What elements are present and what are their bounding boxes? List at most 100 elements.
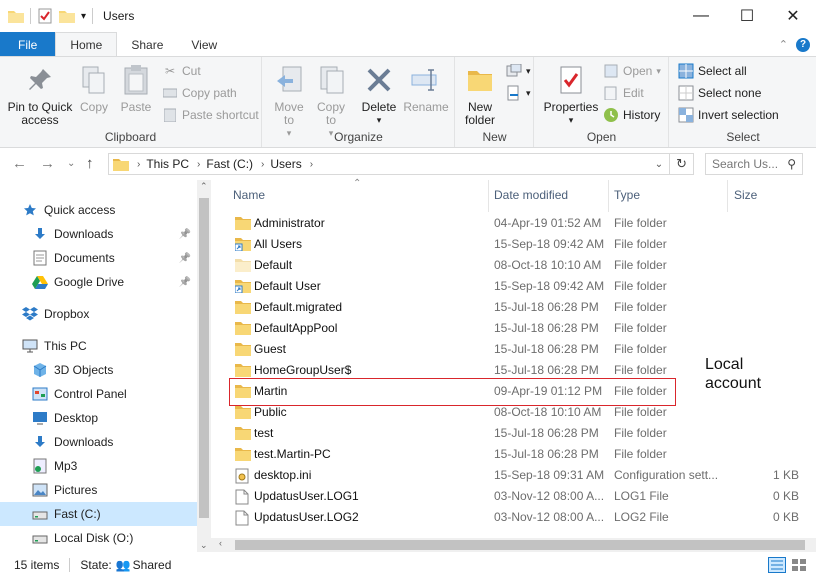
- sidebar-item-local-disk-o[interactable]: Local Disk (O:): [0, 526, 197, 550]
- copy-path-button[interactable]: Copy path: [162, 83, 237, 103]
- large-icons-view-icon[interactable]: [790, 557, 808, 573]
- details-view-icon[interactable]: [768, 556, 786, 573]
- scroll-down-chevron-icon[interactable]: ⌄: [200, 540, 208, 551]
- column-header-name[interactable]: Name: [233, 188, 265, 202]
- customize-toolbar-chevron-icon[interactable]: ▾: [81, 11, 86, 22]
- sidebar-item-pictures[interactable]: Pictures: [0, 478, 197, 502]
- table-row[interactable]: Default User 15-Sep-18 09:42 AM File folde…: [231, 276, 811, 297]
- sidebar-item-label: Documents: [54, 251, 115, 265]
- copy-icon: [78, 63, 110, 97]
- ribbon-tabs: File Home Share View ⌃ ?: [0, 32, 816, 57]
- copy-button[interactable]: Copy: [76, 63, 112, 114]
- column-header-size[interactable]: Size: [734, 188, 757, 202]
- move-to-icon: [273, 63, 305, 97]
- file-date-modified: 15-Jul-18 06:28 PM: [494, 363, 599, 377]
- new-item-button[interactable]: ▾: [506, 61, 531, 81]
- table-row[interactable]: UpdatusUser.LOG2 03-Nov-12 08:00 A... LOG2…: [231, 507, 811, 528]
- recent-locations-chevron-icon[interactable]: ⌄: [67, 158, 75, 169]
- refresh-icon[interactable]: ↻: [670, 156, 693, 172]
- sidebar-item-this-pc[interactable]: This PC: [0, 334, 197, 358]
- copy-to-button[interactable]: Copy to ▾: [311, 63, 351, 140]
- tab-home[interactable]: Home: [55, 32, 118, 57]
- sidebar-item-google-drive[interactable]: Google Drive 📌: [0, 270, 197, 294]
- file-icon: [235, 489, 251, 505]
- dropdown-chevron-icon: ▾: [376, 115, 382, 125]
- sidebar-item-quick-access[interactable]: Quick access: [0, 198, 197, 222]
- tab-share[interactable]: Share: [117, 32, 177, 57]
- table-row[interactable]: Administrator 04-Apr-19 01:52 AM File fold…: [231, 213, 811, 234]
- column-header-date[interactable]: Date modified: [494, 188, 568, 202]
- rename-button[interactable]: Rename: [403, 63, 449, 114]
- select-none-button[interactable]: Select none: [678, 83, 761, 103]
- sidebar-item-downloads[interactable]: Downloads: [0, 430, 197, 454]
- breadcrumb-this-pc[interactable]: This PC: [146, 157, 189, 171]
- search-input[interactable]: Search Us... ⚲: [705, 153, 803, 175]
- table-row[interactable]: DefaultAppPool 15-Jul-18 06:28 PM File fol…: [231, 318, 811, 339]
- sidebar-item-control-panel[interactable]: Control Panel: [0, 382, 197, 406]
- sidebar-item-mp3[interactable]: Mp3: [0, 454, 197, 478]
- minimize-button[interactable]: —: [678, 0, 724, 32]
- help-icon[interactable]: ?: [796, 37, 810, 52]
- file-name: DefaultAppPool: [254, 321, 338, 335]
- back-arrow-icon[interactable]: ←: [12, 155, 27, 172]
- file-name: UpdatusUser.LOG2: [254, 510, 359, 524]
- sidebar-item-documents[interactable]: Documents 📌: [0, 246, 197, 270]
- breadcrumb-fast-c[interactable]: Fast (C:): [206, 157, 253, 171]
- new-folder-button[interactable]: New folder: [460, 63, 500, 127]
- scrollbar-thumb[interactable]: [199, 198, 209, 518]
- move-to-button[interactable]: Move to ▾: [269, 63, 309, 140]
- easy-access-button[interactable]: ▾: [506, 83, 531, 103]
- column-divider[interactable]: [488, 180, 489, 212]
- close-button[interactable]: ✕: [770, 0, 816, 32]
- table-row[interactable]: Default.migrated 15-Jul-18 06:28 PM File f…: [231, 297, 811, 318]
- scrollbar-thumb[interactable]: [235, 540, 805, 550]
- pin-to-quick-access-button[interactable]: Pin to Quick access: [4, 63, 76, 127]
- tab-file[interactable]: File: [0, 32, 56, 57]
- edit-button[interactable]: Edit: [603, 83, 644, 103]
- invert-selection-button[interactable]: Invert selection: [678, 105, 779, 125]
- select-all-button[interactable]: Select all: [678, 61, 747, 81]
- group-label-select: Select: [726, 130, 760, 144]
- search-icon: ⚲: [787, 157, 796, 171]
- delete-button[interactable]: Delete ▾: [359, 63, 399, 127]
- column-header-type[interactable]: Type: [614, 188, 640, 202]
- sidebar-item-dropbox[interactable]: Dropbox: [0, 302, 197, 326]
- properties-check-icon[interactable]: [37, 8, 53, 24]
- scroll-up-chevron-icon[interactable]: ⌃: [200, 181, 208, 192]
- column-divider[interactable]: [608, 180, 609, 212]
- address-bar[interactable]: › This PC › Fast (C:) › Users › ⌄ ↻: [108, 153, 694, 175]
- sidebar-item-downloads[interactable]: Downloads 📌: [0, 222, 197, 246]
- table-row[interactable]: Default 08-Oct-18 10:10 AM File folder: [231, 255, 811, 276]
- scroll-left-chevron-icon[interactable]: ‹: [219, 538, 222, 548]
- sidebar-item-fast-c[interactable]: Fast (C:): [0, 502, 197, 526]
- new-folder-icon[interactable]: [59, 9, 75, 23]
- table-row[interactable]: All Users 15-Sep-18 09:42 AM File folder: [231, 234, 811, 255]
- forward-arrow-icon[interactable]: →: [40, 155, 55, 172]
- maximize-button[interactable]: ☐: [724, 0, 770, 32]
- properties-button[interactable]: Properties ▾: [541, 63, 601, 127]
- paste-shortcut-button[interactable]: Paste shortcut: [162, 105, 259, 125]
- state-label: State:: [80, 557, 112, 572]
- table-row[interactable]: test.Martin-PC 15-Jul-18 06:28 PM File fol…: [231, 444, 811, 465]
- address-dropdown-chevron-icon[interactable]: ⌄: [655, 159, 663, 170]
- sidebar-item-desktop[interactable]: Desktop: [0, 406, 197, 430]
- sidebar-item-3d-objects[interactable]: 3D Objects: [0, 358, 197, 382]
- table-row[interactable]: UpdatusUser.LOG1 03-Nov-12 08:00 A... LOG1…: [231, 486, 811, 507]
- breadcrumb-users[interactable]: Users: [270, 157, 301, 171]
- open-button[interactable]: Open ▾: [603, 61, 661, 81]
- collapse-ribbon-chevron-icon[interactable]: ⌃: [779, 38, 788, 51]
- tab-view[interactable]: View: [177, 32, 231, 57]
- folder-hidden-icon: [235, 258, 251, 273]
- paste-button[interactable]: Paste: [118, 63, 154, 114]
- new-group: New folder ▾ ▾ New: [456, 57, 534, 147]
- up-arrow-icon[interactable]: ↑: [86, 155, 94, 172]
- history-button[interactable]: History: [603, 105, 660, 125]
- table-row[interactable]: test 15-Jul-18 06:28 PM File folder: [231, 423, 811, 444]
- cut-button[interactable]: ✂ Cut: [162, 61, 201, 81]
- column-divider[interactable]: [727, 180, 728, 212]
- file-type: File folder: [614, 405, 667, 419]
- download-icon: [32, 434, 48, 450]
- table-row[interactable]: desktop.ini 15-Sep-18 09:31 AM Configurati…: [231, 465, 811, 486]
- nav-pane-scrollbar[interactable]: ⌃ ⌄: [197, 180, 211, 552]
- file-list-horizontal-scrollbar[interactable]: ‹: [211, 538, 816, 552]
